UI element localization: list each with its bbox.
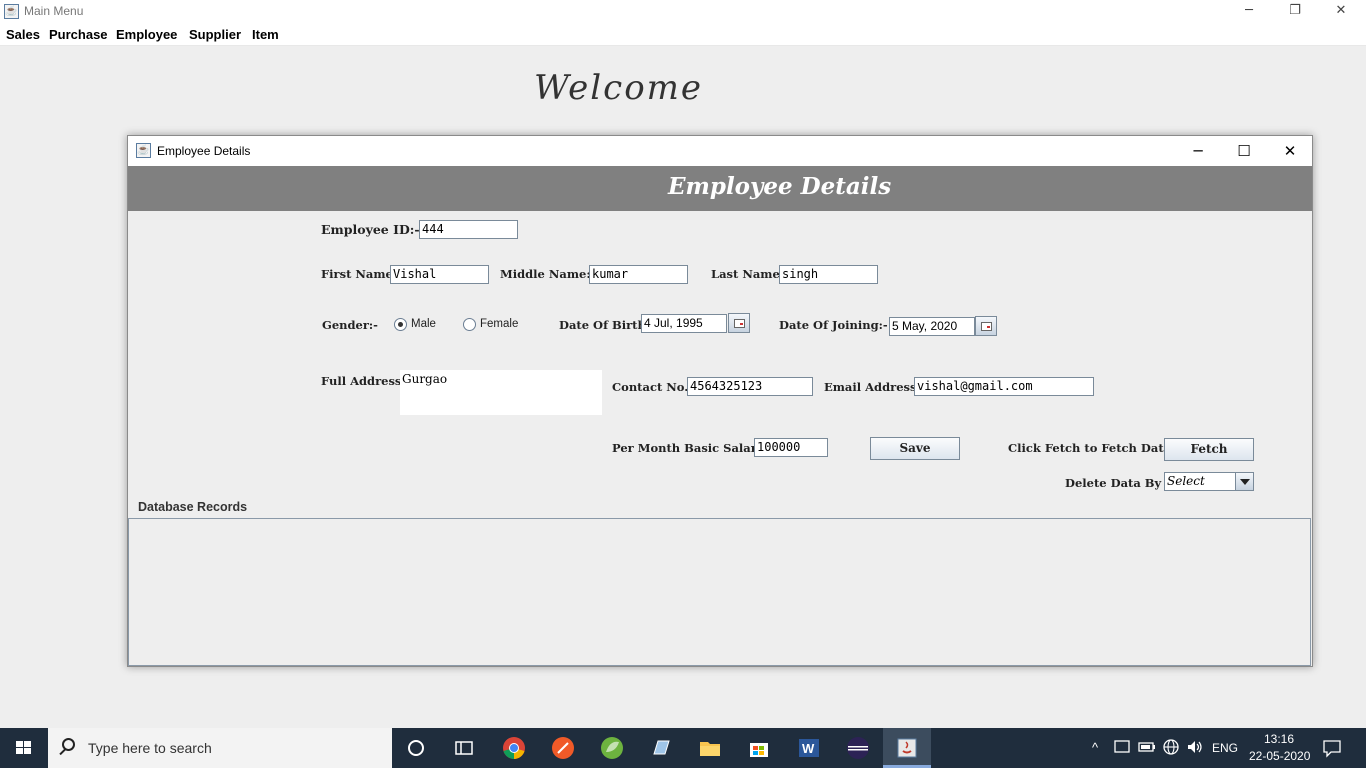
delete-by-label: Delete Data By [1065,476,1162,490]
main-menubar: Sales Purchase Employee Supplier Item [0,24,1366,46]
dob-field[interactable]: 4 Jul, 1995 [641,314,727,333]
search-placeholder: Type here to search [88,740,212,756]
windows-icon [16,741,32,755]
minimize-icon[interactable]: ─ [1175,136,1221,166]
last-name-label: Last Name:- [711,267,789,281]
word-icon[interactable]: W [797,736,821,760]
store-icon[interactable] [747,736,771,760]
gender-label: Gender:- [322,318,378,332]
task-view-icon[interactable] [404,736,428,760]
fetch-button[interactable]: Fetch [1164,438,1254,461]
contact-field[interactable]: 4564325123 [687,377,813,396]
main-window-title: Main Menu [24,4,84,18]
restore-icon[interactable]: ❐ [1272,0,1318,24]
widgets-icon[interactable] [452,736,476,760]
database-records-label: Database Records [138,500,248,514]
salary-label: Per Month Basic Salary:- [612,441,773,455]
close-icon[interactable]: ✕ [1267,136,1313,166]
menu-purchase[interactable]: Purchase [49,27,108,42]
notepad-icon[interactable] [649,736,673,760]
chrome-icon[interactable] [502,736,526,760]
close-icon[interactable]: ✕ [1318,0,1364,24]
banner-title: Employee Details [668,173,892,200]
svg-text:W: W [802,741,815,756]
menu-supplier[interactable]: Supplier [189,27,241,42]
java-app-icon: ☕ [4,4,19,19]
contact-label: Contact No.:- [612,380,698,394]
employee-id-field[interactable]: 444 [419,220,518,239]
network-activity-icon[interactable] [1113,738,1131,756]
search-icon [62,738,75,751]
female-label: Female [480,318,519,330]
calendar-icon [981,322,992,331]
dob-calendar-button[interactable] [728,313,750,333]
java-icon [895,736,919,760]
volume-icon[interactable] [1186,738,1204,756]
female-radio[interactable] [463,318,476,331]
clock-date[interactable]: 22-05-2020 [1249,749,1310,763]
doj-calendar-button[interactable] [975,316,997,336]
menu-item[interactable]: Item [252,27,279,42]
address-label: Full Address:- [321,374,411,388]
eclipse-icon[interactable] [846,736,870,760]
delete-by-selected-value: Select [1167,474,1205,488]
email-field[interactable]: vishal@gmail.com [914,377,1094,396]
menu-employee[interactable]: Employee [116,27,177,42]
spring-icon[interactable] [600,736,624,760]
salary-field[interactable]: 100000 [754,438,828,457]
save-button[interactable]: Save [870,437,960,460]
database-records-table[interactable] [128,518,1311,666]
calendar-icon [734,319,745,328]
language-indicator[interactable]: ENG [1212,741,1238,755]
taskbar: Type here to search W ^ ENG 13:16 22-05-… [0,728,1366,768]
doj-field[interactable]: 5 May, 2020 [889,317,975,336]
chevron-down-icon[interactable] [1235,473,1253,490]
main-window-titlebar: ☕ Main Menu ─ ❐ ✕ [0,0,1366,24]
clock-time[interactable]: 13:16 [1264,732,1294,746]
java-app-icon: ☕ [136,143,151,158]
email-label: Email Address:- [824,380,926,394]
file-explorer-icon[interactable] [698,736,722,760]
banner: Employee Details [128,166,1312,211]
notification-icon[interactable] [1322,738,1342,758]
maximize-icon[interactable]: ☐ [1221,136,1267,166]
employee-window-title: Employee Details [157,144,251,158]
male-radio[interactable] [394,318,407,331]
welcome-heading: Welcome [534,68,704,108]
employee-id-label: Employee ID:- [321,222,420,237]
male-label: Male [411,318,436,330]
last-name-field[interactable]: singh [779,265,878,284]
delete-by-select[interactable]: Select [1164,472,1254,491]
employee-window-titlebar: ☕ Employee Details ─ ☐ ✕ [128,136,1312,166]
battery-icon[interactable] [1138,738,1156,756]
fetch-hint-label: Click Fetch to Fetch Data:- [1008,441,1181,455]
app-orange-icon[interactable] [551,736,575,760]
minimize-icon[interactable]: ─ [1226,0,1272,24]
start-button[interactable] [0,728,48,768]
menu-sales[interactable]: Sales [6,27,40,42]
globe-icon[interactable] [1162,738,1180,756]
taskbar-search[interactable]: Type here to search [48,728,392,768]
doj-label: Date Of Joining:- [779,318,888,332]
middle-name-label: Middle Name:- [500,267,596,281]
employee-details-window: ☕ Employee Details ─ ☐ ✕ Employee Detail… [127,135,1313,667]
middle-name-field[interactable]: kumar [589,265,688,284]
address-textarea[interactable]: Gurgao [400,370,602,415]
java-task-active[interactable] [883,728,931,768]
chevron-up-icon[interactable]: ^ [1092,740,1098,755]
first-name-field[interactable]: Vishal [390,265,489,284]
